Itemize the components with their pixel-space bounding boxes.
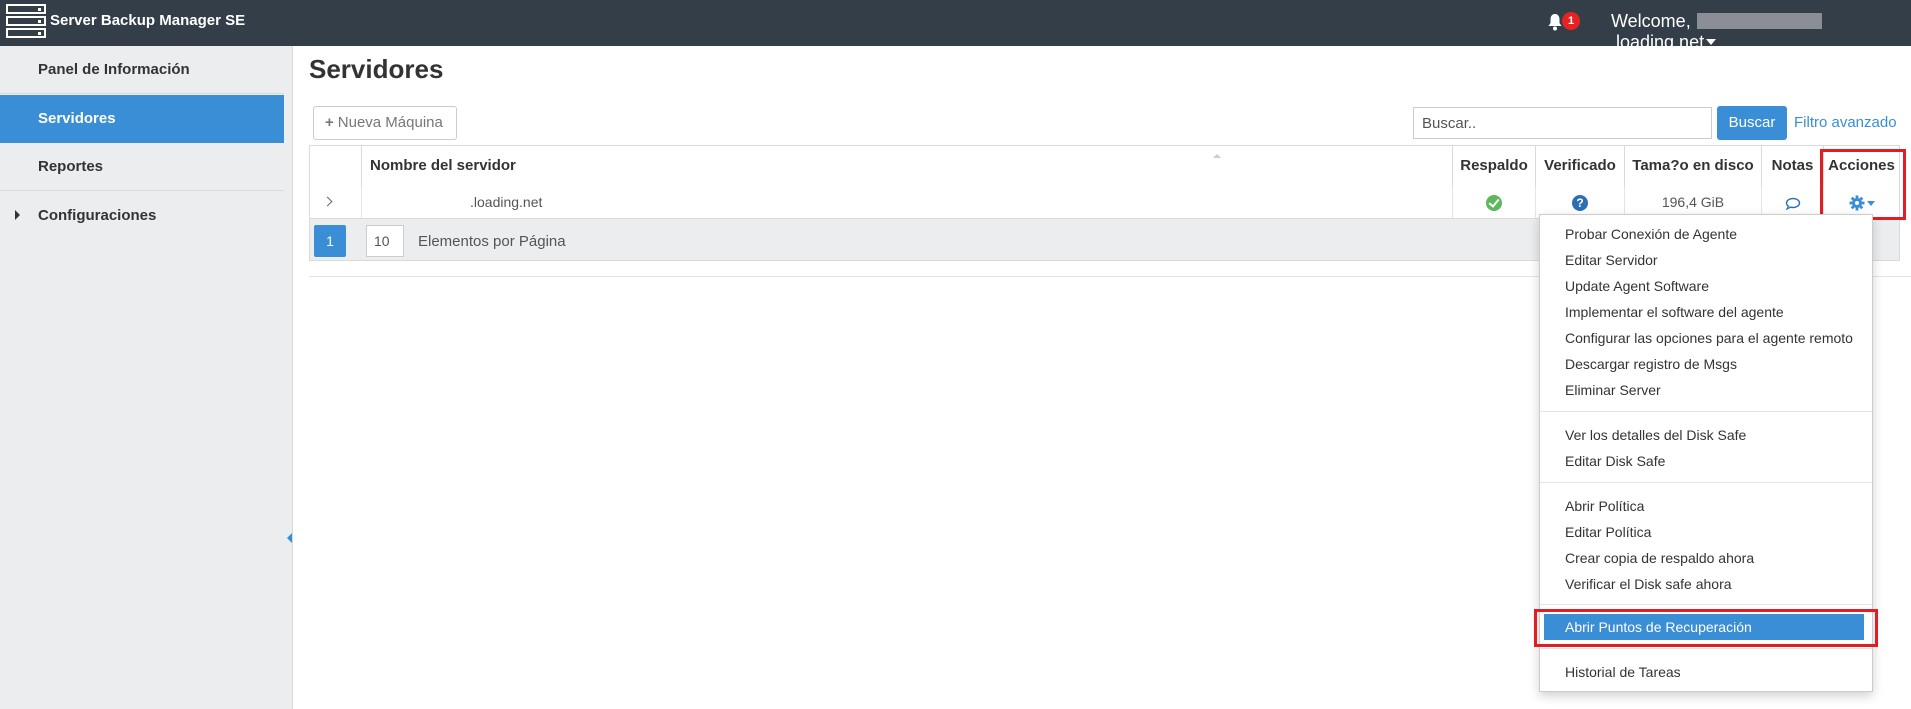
sidebar-item-label: Reportes xyxy=(38,158,104,175)
row-expand-cell[interactable] xyxy=(310,186,361,218)
page-size-select[interactable]: 10 xyxy=(366,225,404,257)
column-header-notes[interactable]: Notas xyxy=(1761,146,1823,186)
page-number-button[interactable]: 1 xyxy=(314,225,346,257)
check-circle-icon xyxy=(1486,195,1502,212)
bell-icon[interactable] xyxy=(1547,13,1563,31)
search-button[interactable]: Buscar xyxy=(1717,106,1787,140)
menu-item-test-agent-connection[interactable]: Probar Conexión de Agente xyxy=(1540,221,1872,247)
menu-item-edit-disk-safe[interactable]: Editar Disk Safe xyxy=(1540,448,1872,474)
plus-icon: + xyxy=(325,114,334,131)
server-name-cell[interactable]: .loading.net xyxy=(361,186,1452,218)
new-machine-button[interactable]: + Nueva Máquina xyxy=(313,106,457,140)
notification-badge: 1 xyxy=(1562,12,1580,30)
new-machine-label: Nueva Máquina xyxy=(337,114,443,131)
advanced-filter-link[interactable]: Filtro avanzado xyxy=(1794,114,1897,131)
column-header-disk-size[interactable]: Tama?o en disco xyxy=(1624,146,1761,186)
sort-indicator-icon xyxy=(1213,154,1221,158)
chevron-right-icon xyxy=(322,196,333,207)
sidebar-item-label: Servidores xyxy=(38,110,116,127)
question-circle-icon: ? xyxy=(1572,195,1588,212)
menu-item-download-msgs-log[interactable]: Descargar registro de Msgs xyxy=(1540,351,1872,377)
recovery-points-highlight-box xyxy=(1534,609,1878,647)
menu-item-backup-now[interactable]: Crear copia de respaldo ahora xyxy=(1540,545,1872,571)
menu-divider xyxy=(1540,411,1872,412)
sidebar-item-label: Panel de Información xyxy=(38,61,190,78)
page-size-label: Elementos por Página xyxy=(418,233,566,250)
menu-item-view-disk-safe-details[interactable]: Ver los detalles del Disk Safe xyxy=(1540,422,1872,448)
menu-item-delete-server[interactable]: Eliminar Server xyxy=(1540,377,1872,403)
menu-divider xyxy=(1540,648,1872,649)
column-header-backup[interactable]: Respaldo xyxy=(1452,146,1535,186)
sidebar-item-configuraciones[interactable]: Configuraciones xyxy=(0,192,284,240)
chevron-right-icon xyxy=(15,210,20,220)
top-header: Server Backup Manager SE 1 Welcome, .loa… xyxy=(0,0,1911,52)
sidebar-item-reportes[interactable]: Reportes xyxy=(0,143,284,191)
server-name: .loading.net xyxy=(470,194,543,210)
welcome-text: Welcome, xyxy=(1611,11,1691,31)
app-title: Server Backup Manager SE xyxy=(50,12,246,29)
search-input[interactable] xyxy=(1413,107,1712,139)
sidebar-item-servidores[interactable]: Servidores xyxy=(0,95,284,143)
menu-item-update-agent-software[interactable]: Update Agent Software xyxy=(1540,273,1872,299)
page-title: Servidores xyxy=(309,54,444,84)
column-header-verified[interactable]: Verificado xyxy=(1535,146,1624,186)
collapse-sidebar-icon[interactable] xyxy=(287,533,292,543)
sidebar-item-label: Configuraciones xyxy=(38,207,157,224)
menu-item-deploy-agent-software[interactable]: Implementar el software del agente xyxy=(1540,299,1872,325)
menu-item-open-policy[interactable]: Abrir Política xyxy=(1540,493,1872,519)
menu-item-edit-policy[interactable]: Editar Política xyxy=(1540,519,1872,545)
menu-divider xyxy=(1540,604,1872,605)
menu-item-configure-remote-agent[interactable]: Configurar las opciones para el agente r… xyxy=(1540,325,1872,351)
sidebar: Panel de Información Servidores Reportes… xyxy=(0,46,293,709)
actions-highlight-box xyxy=(1820,149,1906,220)
column-header-server-name[interactable]: Nombre del servidor xyxy=(361,146,1452,186)
grid-header: Nombre del servidor Respaldo Verificado … xyxy=(310,146,1899,187)
server-rack-logo-icon xyxy=(6,4,46,40)
menu-item-task-history[interactable]: Historial de Tareas xyxy=(1540,659,1872,685)
comment-icon xyxy=(1785,197,1800,210)
redacted-username xyxy=(1696,13,1822,29)
user-domain: .loading.net xyxy=(1611,32,1705,52)
chevron-down-icon xyxy=(1706,39,1717,45)
menu-divider xyxy=(1540,482,1872,483)
backup-status-cell xyxy=(1452,186,1535,218)
sidebar-item-panel[interactable]: Panel de Información xyxy=(0,46,284,94)
disk-size-value: 196,4 GiB xyxy=(1661,194,1725,210)
column-header-expand xyxy=(310,146,361,186)
user-menu[interactable]: Welcome, .loading.net xyxy=(1611,11,1911,53)
menu-item-edit-server[interactable]: Editar Servidor xyxy=(1540,247,1872,273)
menu-item-verify-disk-safe-now[interactable]: Verificar el Disk safe ahora xyxy=(1540,571,1872,597)
